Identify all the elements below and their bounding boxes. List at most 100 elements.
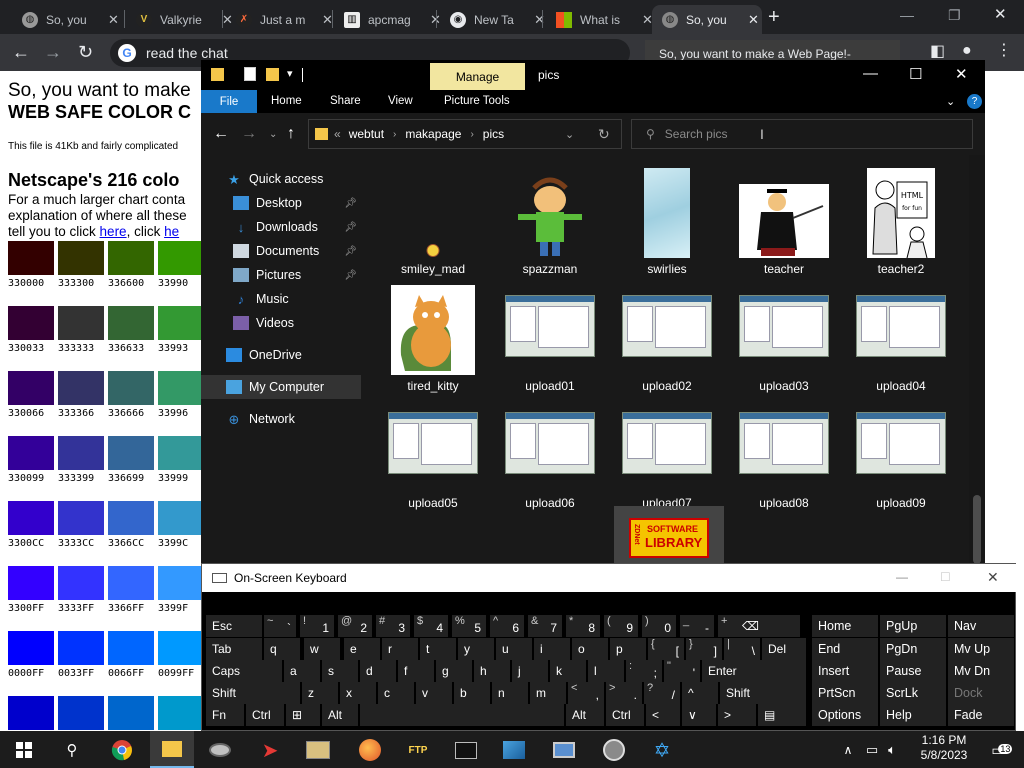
osk-key[interactable]: f [398,660,434,682]
browser-tab-active[interactable]: ◍ So, you ✕ [652,5,762,34]
maximize-icon[interactable]: ☐ [940,570,951,584]
pin-icon[interactable]: 📌︎ [344,270,357,281]
osk-nav-key[interactable]: Fade [948,704,1014,726]
chevron-right-icon[interactable]: › [470,129,473,140]
osk-key[interactable]: " ' [664,660,700,682]
osk-key[interactable]: Caps [206,660,282,682]
tab-view[interactable]: View [388,95,413,107]
osk-nav-key[interactable]: Mv Dn [948,660,1014,682]
osk-nav-key[interactable]: End [812,638,878,660]
file-item[interactable]: smiley_mad [378,164,488,280]
sidebar-item-pictures[interactable]: Pictures 📌︎ [201,263,361,287]
osk-key[interactable]: #3 [376,615,410,637]
breadcrumb-item[interactable]: makapage [405,127,461,141]
osk-key[interactable]: u [496,638,532,660]
windows-start-icon[interactable] [10,736,38,764]
ftp-icon[interactable]: FTP [404,736,432,764]
new-folder-icon[interactable] [266,68,279,81]
osk-key[interactable]: $4 [414,615,448,637]
osk-key[interactable]: Tab [206,638,262,660]
osk-key[interactable]: y [458,638,494,660]
osk-key[interactable]: b [454,682,490,704]
back-icon[interactable]: ← [12,43,30,61]
file-explorer-icon[interactable] [150,731,194,768]
osk-nav-key[interactable]: PrtScn [812,682,878,704]
pin-icon[interactable]: 📌︎ [344,198,357,209]
minimize-icon[interactable]: — [896,570,908,584]
sidebar-item-documents[interactable]: Documents 📌︎ [201,239,361,263]
reload-icon[interactable]: ↻ [78,43,93,61]
here-link[interactable]: he [164,224,179,239]
osk-key[interactable]: v [416,682,452,704]
file-item[interactable]: tired_kitty [378,281,488,397]
file-item[interactable]: upload05 [378,398,488,514]
osk-key[interactable]: Fn [206,704,244,726]
back-icon[interactable]: ← [213,125,229,143]
osk-key[interactable]: k [550,660,586,682]
osk-key[interactable]: & 7 [528,615,562,637]
osk-key[interactable] [360,704,564,726]
browser-tab[interactable]: ▥apcmag✕ [334,5,444,34]
file-item[interactable]: upload03 [729,281,839,397]
close-icon[interactable]: ✕ [987,569,999,586]
osk-key[interactable]: ▤ [758,704,806,726]
file-item[interactable]: upload07 [612,398,722,514]
breadcrumb-item[interactable]: webtut [349,127,384,141]
tab-picture-tools[interactable]: Picture Tools [444,95,510,107]
sidebar-item-downloads[interactable]: ↓ Downloads 📌︎ [201,215,361,239]
sidebar-item-desktop[interactable]: Desktop 📌︎ [201,191,361,215]
osk-key[interactable]: ? / [644,682,680,704]
properties-icon[interactable] [244,67,256,81]
sidebar-item-network[interactable]: ⊕ Network [201,407,361,431]
osk-key[interactable]: a [284,660,320,682]
pin-icon[interactable]: 📌︎ [344,246,357,257]
osk-nav-key[interactable]: Insert [812,660,878,682]
atom-icon[interactable]: ✡ [648,736,676,764]
tab-share[interactable]: Share [330,95,361,107]
osk-key[interactable]: Del [762,638,806,660]
osk-key[interactable]: }] [686,638,722,660]
manage-tab[interactable]: Manage [430,63,525,90]
osk-nav-key[interactable]: ScrLk [880,682,946,704]
globe-app-icon[interactable] [600,736,628,764]
up-icon[interactable]: ↑ [287,125,295,143]
sidebar-item-music[interactable]: ♪ Music [201,287,361,311]
file-item[interactable]: upload09 [846,398,956,514]
file-item[interactable]: ZDNet SOFTWARE LIBRARY [614,506,724,564]
disk-icon[interactable] [206,736,234,764]
close-icon[interactable]: ✕ [994,6,1007,24]
osk-key[interactable]: _ - [680,615,714,637]
osk-key[interactable]: % 5 [452,615,486,637]
osk-key[interactable]: * 8 [566,615,600,637]
browser-tab[interactable]: ◉ New Ta ✕ [440,5,545,34]
osk-key[interactable]: m [530,682,566,704]
osk-key[interactable]: w [304,638,340,660]
pin-icon[interactable]: 📌︎ [344,222,357,233]
new-tab-icon[interactable]: + [768,7,780,27]
osk-key[interactable]: Alt [566,704,604,726]
osk-key[interactable]: n [492,682,528,704]
osk-key[interactable]: ∨ [682,704,716,726]
tab-close-icon[interactable]: ✕ [108,12,119,28]
osk-key[interactable]: Ctrl [246,704,284,726]
help-icon[interactable]: ? [967,94,982,109]
clock[interactable]: 1:16 PM 5/8/2023 [914,733,974,763]
breadcrumb[interactable]: « webtut › makapage › pics ⌄ ↻ [308,119,622,149]
osk-key[interactable]: e [344,638,380,660]
osk-key[interactable]: s [322,660,358,682]
osk-key[interactable]: Esc [206,615,262,637]
forward-icon[interactable]: → [241,125,257,143]
osk-key[interactable]: | \ [724,638,760,660]
osk-nav-key[interactable]: PgDn [880,638,946,660]
tab-home[interactable]: Home [271,95,302,107]
restore-icon[interactable]: ❐ [948,6,961,24]
sidebar-icon[interactable]: ◧ [930,43,945,61]
video-app-icon[interactable] [304,736,332,764]
osk-key[interactable]: r [382,638,418,660]
osk-key[interactable]: @2 [338,615,372,637]
rocket-icon[interactable]: ➤ [256,736,284,764]
firefox-icon[interactable] [356,736,384,764]
osk-key[interactable]: :; [626,660,662,682]
recent-locations-icon[interactable]: ⌄ [269,126,277,144]
osk-key[interactable]: < [646,704,680,726]
